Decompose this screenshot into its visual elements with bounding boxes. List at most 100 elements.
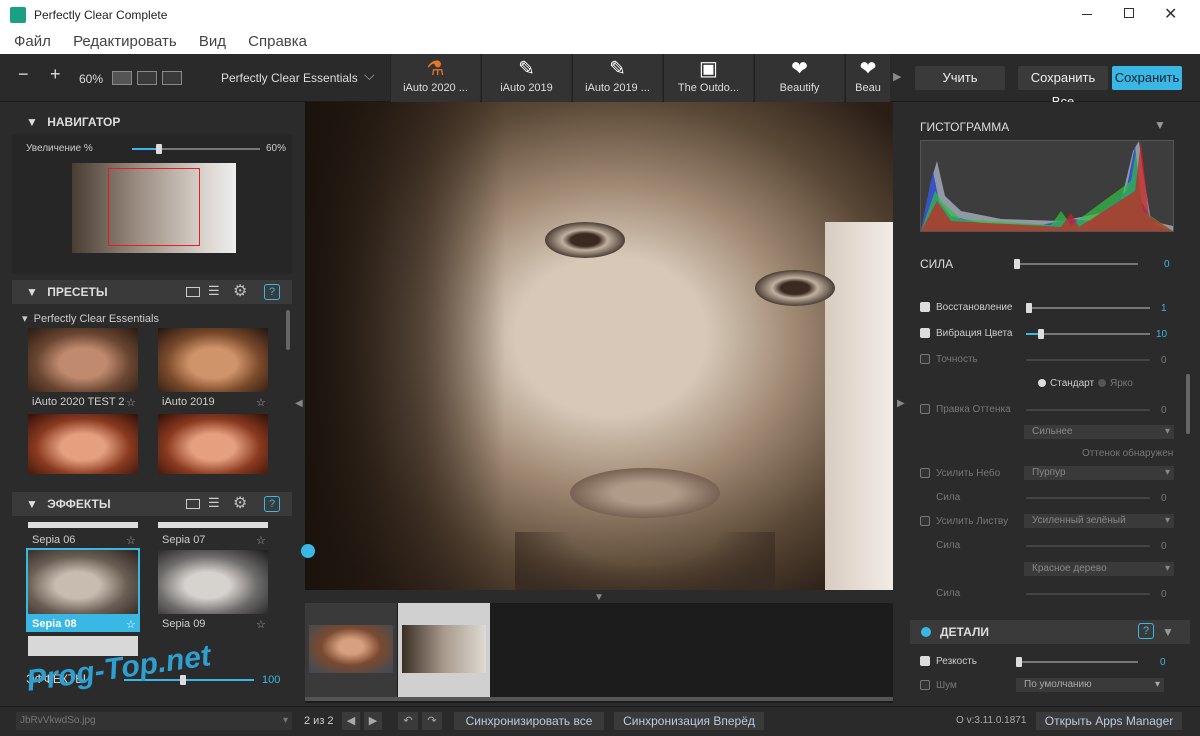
menu-help[interactable]: Справка: [248, 33, 307, 50]
preset-thumb-iauto2020[interactable]: [28, 328, 138, 392]
presets-scrollbar[interactable]: [286, 310, 290, 350]
chevron-down-icon[interactable]: ⌵: [364, 67, 375, 84]
star-icon[interactable]: ☆: [126, 534, 136, 547]
list-view-icon[interactable]: ☰: [208, 495, 220, 511]
close-icon[interactable]: ✕: [1164, 4, 1177, 24]
effect-thumb-sepia06[interactable]: [28, 522, 138, 528]
histogram-collapse-icon[interactable]: ▼: [1154, 118, 1166, 132]
gear-icon[interactable]: ⚙: [233, 281, 247, 301]
redwood-strength-slider[interactable]: [1026, 593, 1150, 595]
redo-button[interactable]: ↷: [422, 712, 442, 730]
help-icon[interactable]: ?: [264, 284, 280, 300]
sky-dropdown[interactable]: Пурпур ▾: [1024, 466, 1174, 480]
single-view-button[interactable]: [112, 71, 132, 85]
noise-dropdown[interactable]: По умолчанию ▾: [1016, 678, 1164, 692]
mode-bright-radio[interactable]: [1098, 379, 1106, 387]
filmstrip-item-1[interactable]: [305, 603, 397, 697]
sharpness-checkbox[interactable]: [920, 656, 930, 666]
navigator-header[interactable]: ▼ НАВИГАТОР: [12, 110, 292, 134]
tint-slider[interactable]: [1026, 409, 1150, 411]
star-icon[interactable]: ☆: [256, 618, 266, 631]
presets-scroll-right-icon[interactable]: ▶: [893, 70, 901, 83]
presets-group-label[interactable]: ▾ Perfectly Clear Essentials: [22, 312, 159, 325]
strength-knob[interactable]: [1014, 259, 1020, 269]
tint-dropdown[interactable]: Сильнее ▾: [1024, 425, 1174, 439]
maximize-icon[interactable]: [1124, 8, 1134, 18]
vibrance-slider[interactable]: [1026, 333, 1150, 335]
effect-thumb-sepia09[interactable]: [158, 550, 268, 614]
grid-view-icon[interactable]: [186, 499, 200, 509]
presets-header[interactable]: ▼ ПРЕСЕТЫ: [12, 280, 292, 304]
sharpness-slider[interactable]: [1016, 661, 1138, 663]
preset-tile-outdoors[interactable]: ▣ The Outdo...: [663, 54, 753, 102]
list-view-icon[interactable]: ☰: [208, 283, 220, 299]
open-apps-manager-button[interactable]: Открыть Apps Manager: [1036, 712, 1182, 730]
sharpness-knob[interactable]: [1016, 657, 1022, 667]
menu-view[interactable]: Вид: [199, 33, 226, 50]
preset-thumb-iauto2019[interactable]: [158, 328, 268, 392]
star-icon[interactable]: ☆: [126, 396, 136, 409]
filename-field[interactable]: JbRvVkwdSo.jpg ▾: [16, 712, 292, 730]
navigator-viewport[interactable]: [108, 168, 200, 246]
accuracy-checkbox[interactable]: [920, 354, 930, 364]
preset-tile-beautify-2[interactable]: ❤ Beau: [845, 54, 890, 102]
filmstrip-toggle-icon[interactable]: ▼: [594, 592, 604, 603]
preset-thumb-iauto2019-re[interactable]: [28, 414, 138, 474]
zoom-out-button[interactable]: −: [18, 64, 29, 85]
help-icon[interactable]: ?: [264, 496, 280, 512]
foliage-dropdown[interactable]: Усиленный зелёный ▾: [1024, 514, 1174, 528]
preset-thumb-outdoors[interactable]: [158, 414, 268, 474]
minimize-icon[interactable]: [1082, 14, 1092, 15]
vibrance-knob[interactable]: [1038, 329, 1044, 339]
right-panel-scrollbar[interactable]: [1186, 374, 1190, 434]
filmstrip-scrollbar[interactable]: [305, 697, 893, 701]
vibrance-checkbox[interactable]: [920, 328, 930, 338]
grid-view-icon[interactable]: [186, 287, 200, 297]
filmstrip-item-2[interactable]: [398, 603, 490, 697]
compare-view-button[interactable]: [162, 71, 182, 85]
navigator-preview[interactable]: [72, 163, 236, 253]
star-icon[interactable]: ☆: [126, 618, 136, 631]
preset-tile-iauto2019[interactable]: ✎ iAuto 2019: [481, 54, 571, 102]
accuracy-slider[interactable]: [1026, 359, 1150, 361]
tint-checkbox[interactable]: [920, 404, 930, 414]
sky-checkbox[interactable]: [920, 468, 930, 478]
foliage-strength-slider[interactable]: [1026, 545, 1150, 547]
learn-button[interactable]: Учить: [915, 66, 1005, 90]
gear-icon[interactable]: ⚙: [233, 493, 247, 513]
next-image-button[interactable]: ▶: [364, 712, 382, 730]
help-icon[interactable]: ?: [1138, 623, 1154, 639]
undo-button[interactable]: ↶: [398, 712, 418, 730]
effect-thumb-sepia07[interactable]: [158, 522, 268, 528]
menu-edit[interactable]: Редактировать: [73, 33, 177, 50]
zoom-in-button[interactable]: +: [50, 64, 61, 85]
sky-strength-slider[interactable]: [1026, 497, 1150, 499]
foliage-checkbox[interactable]: [920, 516, 930, 526]
details-enabled-icon[interactable]: [921, 627, 931, 637]
prev-image-button[interactable]: ◀: [342, 712, 360, 730]
save-button[interactable]: Сохранить: [1112, 66, 1182, 90]
menu-file[interactable]: Файл: [14, 33, 51, 50]
preset-tile-beautify[interactable]: ❤ Beautify: [754, 54, 844, 102]
effect-thumb-sepia08[interactable]: [28, 550, 138, 614]
sync-forward-button[interactable]: Синхронизация Вперёд: [614, 712, 764, 730]
preset-group-select[interactable]: Perfectly Clear Essentials: [221, 71, 358, 85]
redwood-dropdown[interactable]: Красное дерево ▾: [1024, 562, 1174, 576]
split-view-button[interactable]: [137, 71, 157, 85]
collapse-left-icon[interactable]: ◀: [295, 398, 303, 409]
save-all-button[interactable]: Сохранить Все: [1018, 66, 1108, 109]
noise-checkbox[interactable]: [920, 680, 930, 690]
sync-all-button[interactable]: Синхронизировать все: [454, 712, 604, 730]
mode-standard-radio[interactable]: [1038, 379, 1046, 387]
before-after-toggle-icon[interactable]: [301, 544, 315, 558]
zoom-slider-knob[interactable]: [156, 144, 162, 154]
preset-tile-iauto2020[interactable]: ⚗ iAuto 2020 ...: [390, 54, 480, 102]
restore-checkbox[interactable]: [920, 302, 930, 312]
effects-header[interactable]: ▼ ЭФФЕКТЫ: [12, 492, 292, 516]
strength-slider[interactable]: [1014, 263, 1138, 265]
restore-knob[interactable]: [1026, 303, 1032, 313]
main-photo[interactable]: [305, 102, 893, 590]
expand-right-icon[interactable]: ▶: [897, 398, 905, 409]
restore-slider[interactable]: [1026, 307, 1150, 309]
star-icon[interactable]: ☆: [256, 396, 266, 409]
